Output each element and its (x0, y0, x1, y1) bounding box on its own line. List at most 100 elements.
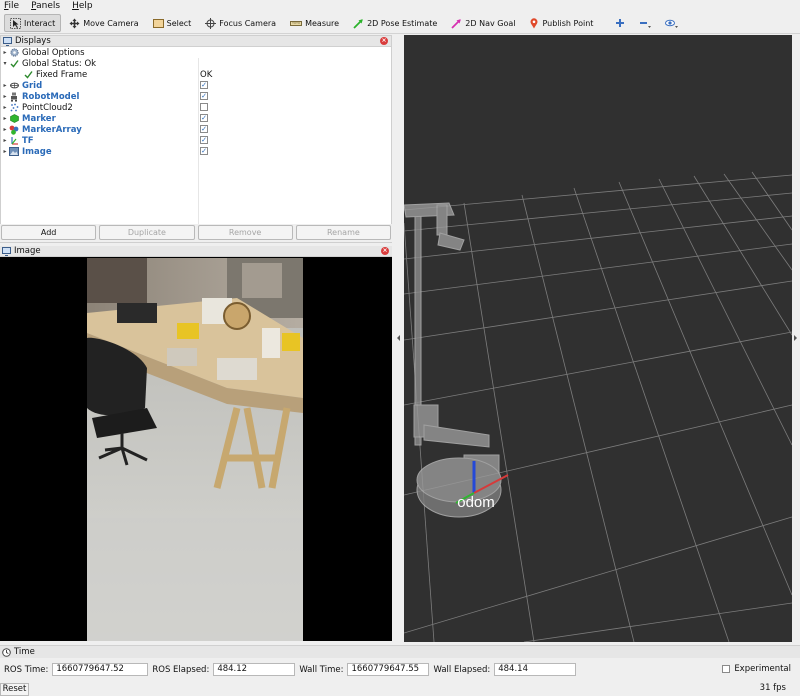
display-item-grid[interactable]: ▸ Grid ✓ (1, 80, 391, 91)
markerarray-icon (9, 125, 19, 135)
3d-render-view[interactable]: odom (404, 35, 792, 642)
display-enabled-checkbox[interactable]: ✓ (200, 114, 208, 122)
monitor-icon (2, 246, 11, 256)
display-enabled-checkbox[interactable] (200, 103, 208, 111)
tf-icon (9, 136, 19, 146)
expand-arrow-icon[interactable]: ▸ (1, 137, 9, 144)
camera-image (87, 258, 303, 641)
reset-button[interactable]: Reset (0, 683, 29, 696)
experimental-label: Experimental (734, 664, 791, 674)
display-item-marker[interactable]: ▸ Marker ✓ (1, 113, 391, 124)
display-item-label: PointCloud2 (22, 102, 73, 113)
rviz-window: File Panels Help Interact Move Camera Se… (0, 0, 800, 696)
interact-tool-button[interactable]: Interact (4, 14, 62, 32)
remove-display-button[interactable]: Remove (197, 225, 293, 240)
display-item-label: RobotModel (22, 91, 80, 102)
experimental-checkbox-box[interactable] (722, 665, 731, 673)
display-enabled-checkbox[interactable]: ✓ (200, 81, 208, 89)
menu-panels[interactable]: Panels (31, 0, 60, 12)
green-arrow-icon (353, 18, 363, 29)
expand-arrow-icon[interactable]: ▾ (1, 60, 9, 67)
robot-icon (9, 92, 19, 102)
select-tool-button[interactable]: Select (147, 14, 198, 32)
wall-time-label: Wall Time: (299, 664, 344, 675)
pointcloud-icon (9, 103, 19, 113)
marker-icon (9, 114, 19, 124)
panel-splitter[interactable] (394, 35, 404, 642)
displays-tree: ▸ Global Options ▾ Global Status: Ok Fix… (1, 47, 391, 230)
measure-tool-button[interactable]: Measure (284, 14, 345, 32)
publish-point-tool-button[interactable]: Publish Point (523, 14, 599, 32)
monitor-icon (3, 36, 12, 46)
rename-display-button[interactable]: Rename (295, 225, 391, 240)
focus-camera-label: Focus Camera (219, 18, 277, 28)
menu-help[interactable]: Help (72, 0, 93, 12)
display-enabled-checkbox[interactable]: ✓ (200, 92, 208, 100)
ros-elapsed-label: ROS Elapsed: (152, 664, 210, 675)
camera-image-view[interactable] (0, 257, 392, 641)
display-item-label: Grid (22, 80, 43, 91)
nav-goal-label: 2D Nav Goal (465, 18, 516, 28)
image-title-bar: Image × (0, 246, 392, 257)
move-arrows-icon (69, 18, 80, 28)
displays-button-bar: Add Duplicate Remove Rename (0, 224, 392, 242)
menu-file[interactable]: File (4, 0, 19, 12)
display-item-pointcloud2[interactable]: ▸ PointCloud2 (1, 102, 391, 113)
wall-time-field[interactable]: 1660779647.55 (347, 663, 430, 676)
image-panel: Image × (0, 246, 392, 642)
pose-estimate-tool-button[interactable]: 2D Pose Estimate (347, 14, 443, 32)
time-panel-title: Time (14, 647, 35, 657)
nav-goal-tool-button[interactable]: 2D Nav Goal (445, 14, 521, 32)
ros-time-field[interactable]: 1660779647.52 (52, 663, 149, 676)
display-item-label: MarkerArray (22, 124, 82, 135)
add-tool-button[interactable] (609, 14, 631, 32)
move-camera-label: Move Camera (83, 18, 139, 28)
display-item-label: Global Status: Ok (22, 58, 97, 69)
expand-arrow-icon[interactable]: ▸ (1, 49, 9, 56)
right-dock-splitter[interactable] (792, 35, 800, 642)
close-icon[interactable]: × (381, 247, 389, 255)
display-item-fixed-frame[interactable]: Fixed Frame OK (1, 69, 391, 80)
expand-arrow-icon[interactable]: ▸ (1, 104, 9, 111)
ros-elapsed-field[interactable]: 484.12 (213, 663, 296, 676)
display-item-robotmodel[interactable]: ▸ RobotModel ✓ (1, 91, 391, 102)
time-readouts: ROS Time: 1660779647.52 ROS Elapsed: 484… (4, 663, 577, 676)
grid-icon (9, 81, 19, 91)
expand-arrow-icon[interactable]: ▸ (1, 148, 9, 155)
expand-arrow-icon[interactable]: ▸ (1, 93, 9, 100)
displays-title: Displays (15, 36, 51, 46)
fps-readout: 31 fps (759, 683, 786, 693)
displays-title-bar: Displays × (1, 36, 391, 47)
check-icon (9, 59, 19, 69)
add-display-button[interactable]: Add (1, 225, 97, 240)
expand-arrow-icon[interactable]: ▸ (1, 82, 9, 89)
display-item-global-options[interactable]: ▸ Global Options (1, 47, 391, 58)
duplicate-display-button[interactable]: Duplicate (99, 225, 195, 240)
focus-camera-tool-button[interactable]: Focus Camera (199, 14, 282, 32)
pose-estimate-label: 2D Pose Estimate (367, 18, 438, 28)
magenta-arrow-icon (451, 18, 462, 29)
display-item-global-status[interactable]: ▾ Global Status: Ok (1, 58, 391, 69)
experimental-checkbox[interactable]: Experimental (722, 664, 791, 674)
display-enabled-checkbox[interactable]: ✓ (200, 125, 208, 133)
display-enabled-checkbox[interactable]: ✓ (200, 147, 208, 155)
image-panel-title: Image (14, 246, 41, 256)
image-icon (9, 147, 19, 157)
expand-arrow-icon[interactable]: ▸ (1, 115, 9, 122)
display-enabled-checkbox[interactable]: ✓ (200, 136, 208, 144)
views-tool-button[interactable] (659, 14, 684, 32)
close-icon[interactable]: × (380, 37, 388, 45)
select-box-icon (152, 18, 164, 28)
remove-tool-button[interactable] (633, 14, 657, 32)
display-item-image[interactable]: ▸ Image ✓ (1, 146, 391, 157)
move-camera-tool-button[interactable]: Move Camera (63, 14, 144, 32)
wall-elapsed-field[interactable]: 484.14 (494, 663, 577, 676)
expand-arrow-icon[interactable]: ▸ (1, 126, 9, 133)
display-item-tf[interactable]: ▸ TF ✓ (1, 135, 391, 146)
select-label: Select (166, 18, 192, 28)
minus-dropdown-icon (640, 22, 652, 28)
measure-label: Measure (305, 18, 340, 28)
display-item-markerarray[interactable]: ▸ MarkerArray ✓ (1, 124, 391, 135)
publish-point-label: Publish Point (542, 18, 594, 28)
wall-elapsed-label: Wall Elapsed: (433, 664, 491, 675)
